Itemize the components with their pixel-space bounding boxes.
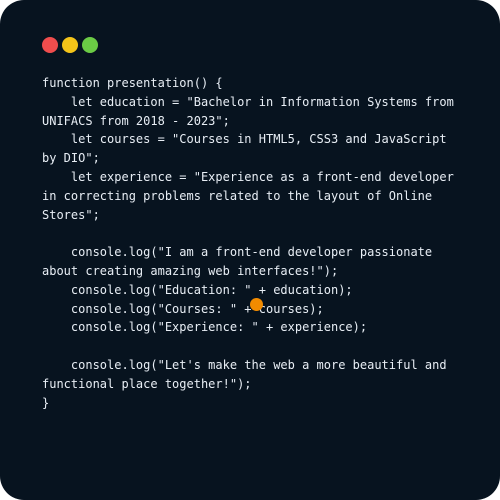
code-line: console.log("Experience: " + experience)… [42,320,368,335]
code-editor[interactable]: function presentation() { let education … [42,74,462,412]
code-line: function presentation() { [42,76,223,90]
code-line: console.log("I am a front-end developer … [42,245,433,260]
code-line: let courses = "Courses in HTML5, CSS3 an… [42,132,447,147]
code-window: function presentation() { let education … [0,0,500,500]
code-line: functional place together!"); [42,376,252,391]
minimize-button[interactable] [62,37,78,53]
window-controls [42,37,98,53]
code-line: console.log("Education: " + education); [42,282,353,297]
code-line: by DIO"; [42,151,100,166]
code-line: about creating amazing web interfaces!")… [42,263,339,278]
code-line: console.log("Let's make the web a more b… [42,357,447,372]
code-line: in correcting problems related to the la… [42,188,433,203]
code-line: } [42,395,50,410]
maximize-button[interactable] [82,37,98,53]
cursor-icon [250,298,263,311]
code-line: let education = "Bachelor in Information… [42,94,454,109]
close-button[interactable] [42,37,58,53]
code-line: let experience = "Experience as a front-… [42,169,454,184]
code-line: Stores"; [42,207,100,222]
code-line: UNIFACS from 2018 - 2023"; [42,113,230,128]
